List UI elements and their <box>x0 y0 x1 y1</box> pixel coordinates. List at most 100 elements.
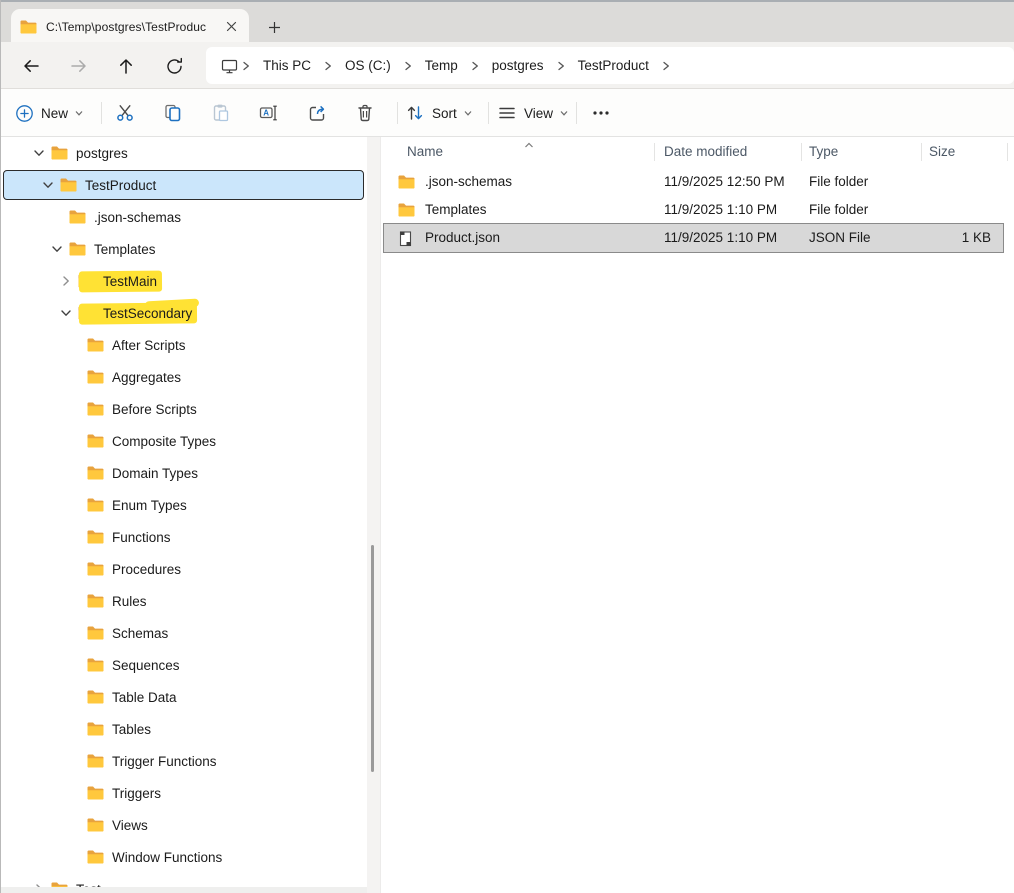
back-button[interactable] <box>14 49 48 83</box>
tree-item-label: Enum Types <box>112 498 187 513</box>
folder-icon <box>87 658 104 672</box>
tree-item-aggregates[interactable]: Aggregates <box>1 361 367 393</box>
view-button[interactable]: View <box>493 97 573 129</box>
tree-horizontal-scrollbar[interactable] <box>1 887 367 893</box>
column-header-type[interactable]: Type <box>809 142 838 162</box>
file-row-json-schemas[interactable]: .json-schemas11/9/2025 12:50 PMFile fold… <box>384 168 1003 196</box>
breadcrumb-chevron-icon[interactable] <box>553 60 569 72</box>
tree-item-label: Rules <box>112 594 147 609</box>
tree-item-window-functions[interactable]: Window Functions <box>1 841 367 873</box>
chevron-right-icon[interactable] <box>59 274 73 288</box>
new-tab-button[interactable] <box>261 14 287 40</box>
tab-close-icon[interactable] <box>221 17 241 37</box>
breadcrumb-item-temp[interactable]: Temp <box>416 53 467 78</box>
tree-item-enum-types[interactable]: Enum Types <box>1 489 367 521</box>
sort-button[interactable]: Sort <box>401 97 477 129</box>
tree-item-testproduct[interactable]: TestProduct <box>1 169 367 201</box>
breadcrumb-chevron-icon[interactable] <box>400 60 416 72</box>
folder-icon <box>87 370 104 384</box>
tree-item-json-schemas[interactable]: .json-schemas <box>1 201 367 233</box>
tree-item-table-data[interactable]: Table Data <box>1 681 367 713</box>
sort-icon <box>405 103 425 123</box>
tree-item-label: Triggers <box>112 786 161 801</box>
tree-item-label: postgres <box>76 146 128 161</box>
toolbar: New A Sort View <box>1 89 1014 137</box>
paste-button[interactable] <box>205 97 237 129</box>
tree-scrollbar-thumb[interactable] <box>371 545 374 772</box>
chevron-down-icon <box>74 108 84 118</box>
cut-icon <box>115 103 135 123</box>
chevron-down-icon[interactable] <box>41 178 55 192</box>
delete-button[interactable] <box>349 97 381 129</box>
chevron-spacer <box>68 498 82 512</box>
tree-item-label: TestMain <box>103 274 157 289</box>
rename-button[interactable]: A <box>253 97 285 129</box>
chevron-spacer <box>68 690 82 704</box>
column-header-size[interactable]: Size <box>929 142 955 162</box>
tree-scrollbar-track[interactable] <box>367 137 380 893</box>
column-header-date-modified[interactable]: Date modified <box>664 142 747 162</box>
share-button[interactable] <box>301 97 333 129</box>
tree-item-rules[interactable]: Rules <box>1 585 367 617</box>
column-separator[interactable] <box>654 143 655 161</box>
chevron-down-icon[interactable] <box>50 242 64 256</box>
tree-item-label: Domain Types <box>112 466 198 481</box>
breadcrumb-chevron-icon[interactable] <box>238 60 254 72</box>
breadcrumb-item-os-c[interactable]: OS (C:) <box>336 53 400 78</box>
chevron-down-icon[interactable] <box>32 146 46 160</box>
tree-item-functions[interactable]: Functions <box>1 521 367 553</box>
breadcrumb-item-testproduct[interactable]: TestProduct <box>569 53 658 78</box>
file-row-templates[interactable]: Templates11/9/2025 1:10 PMFile folder <box>384 196 1003 224</box>
forward-button[interactable] <box>62 49 96 83</box>
tree-item-test[interactable]: Test <box>1 873 367 887</box>
file-size: 1 KB <box>962 224 991 252</box>
tree-item-sequences[interactable]: Sequences <box>1 649 367 681</box>
explorer-tab[interactable]: C:\Temp\postgres\TestProduc <box>11 9 249 44</box>
tree-item-testmain[interactable]: TestMain <box>1 265 367 297</box>
breadcrumb-chevron-icon[interactable] <box>658 60 674 72</box>
up-arrow-icon <box>116 56 136 76</box>
tree-item-trigger-functions[interactable]: Trigger Functions <box>1 745 367 777</box>
cut-button[interactable] <box>109 97 141 129</box>
tree-item-templates[interactable]: Templates <box>1 233 367 265</box>
column-separator[interactable] <box>921 143 922 161</box>
tree-item-before-scripts[interactable]: Before Scripts <box>1 393 367 425</box>
chevron-down-icon[interactable] <box>59 306 73 320</box>
tree-item-domain-types[interactable]: Domain Types <box>1 457 367 489</box>
tree-item-schemas[interactable]: Schemas <box>1 617 367 649</box>
tree-item-label: TestProduct <box>85 178 156 193</box>
column-separator[interactable] <box>1007 143 1008 161</box>
back-arrow-icon <box>21 56 41 76</box>
tree-item-testsecondary[interactable]: TestSecondary <box>1 297 367 329</box>
tree-item-label: Schemas <box>112 626 168 641</box>
file-row-product-json[interactable]: Product.json11/9/2025 1:10 PMJSON File1 … <box>384 224 1003 252</box>
tree-item-composite-types[interactable]: Composite Types <box>1 425 367 457</box>
tree-item-procedures[interactable]: Procedures <box>1 553 367 585</box>
this-pc-icon[interactable] <box>221 58 238 74</box>
breadcrumb-item-postgres[interactable]: postgres <box>483 53 553 78</box>
tree-item-label: Templates <box>94 242 156 257</box>
file-name: .json-schemas <box>425 168 512 196</box>
breadcrumb-chevron-icon[interactable] <box>320 60 336 72</box>
sort-button-label: Sort <box>432 106 457 121</box>
folder-icon <box>87 498 104 512</box>
copy-button[interactable] <box>157 97 189 129</box>
folder-icon <box>69 210 86 224</box>
tree-item-views[interactable]: Views <box>1 809 367 841</box>
address-bar[interactable]: This PC OS (C:) Temp postgres TestProduct <box>206 47 1014 84</box>
tree-item-tables[interactable]: Tables <box>1 713 367 745</box>
tree-item-after-scripts[interactable]: After Scripts <box>1 329 367 361</box>
navigation-bar: This PC OS (C:) Temp postgres TestProduct <box>1 42 1014 89</box>
chevron-spacer <box>68 754 82 768</box>
tree-item-postgres[interactable]: postgres <box>1 137 367 169</box>
column-separator[interactable] <box>801 143 802 161</box>
breadcrumb-chevron-icon[interactable] <box>467 60 483 72</box>
refresh-button[interactable] <box>157 49 191 83</box>
see-more-button[interactable] <box>583 97 619 129</box>
up-button[interactable] <box>109 49 143 83</box>
new-button[interactable]: New <box>11 97 88 129</box>
column-header-name[interactable]: Name <box>407 142 443 162</box>
chevron-spacer <box>68 850 82 864</box>
tree-item-triggers[interactable]: Triggers <box>1 777 367 809</box>
breadcrumb-item-this-pc[interactable]: This PC <box>254 53 320 78</box>
